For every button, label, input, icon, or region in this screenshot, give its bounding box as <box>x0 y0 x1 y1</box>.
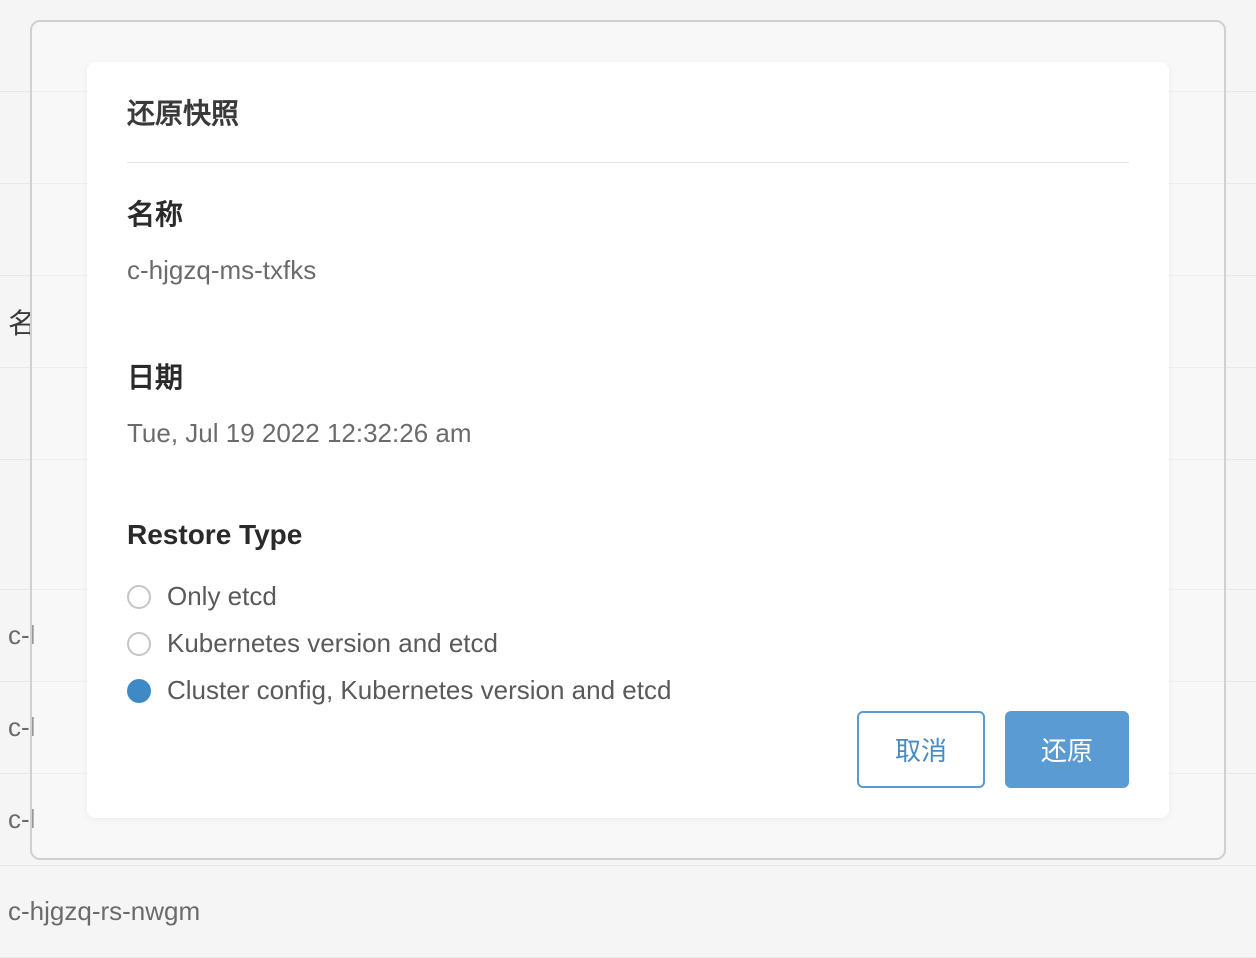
radio-label: Kubernetes version and etcd <box>167 628 498 659</box>
radio-label: Cluster config, Kubernetes version and e… <box>167 675 671 706</box>
restore-type-label: Restore Type <box>127 519 1129 551</box>
date-section: 日期 Tue, Jul 19 2022 12:32:26 am <box>127 356 1129 449</box>
cancel-button[interactable]: 取消 <box>857 711 985 788</box>
restore-type-section: Restore Type Only etcd Kubernetes versio… <box>127 519 1129 714</box>
radio-option-only-etcd[interactable]: Only etcd <box>127 573 1129 620</box>
modal-overlay: 还原快照 名称 c-hjgzq-ms-txfks 日期 Tue, Jul 19 … <box>30 20 1226 860</box>
radio-icon <box>127 585 151 609</box>
radio-option-k8s-etcd[interactable]: Kubernetes version and etcd <box>127 620 1129 667</box>
radio-icon <box>127 632 151 656</box>
modal-footer: 取消 还原 <box>857 711 1129 788</box>
radio-label: Only etcd <box>167 581 277 612</box>
radio-icon-selected <box>127 679 151 703</box>
name-section: 名称 c-hjgzq-ms-txfks <box>127 193 1129 286</box>
restore-type-radio-group: Only etcd Kubernetes version and etcd Cl… <box>127 573 1129 714</box>
restore-snapshot-modal: 还原快照 名称 c-hjgzq-ms-txfks 日期 Tue, Jul 19 … <box>87 62 1169 818</box>
date-value: Tue, Jul 19 2022 12:32:26 am <box>127 418 1129 449</box>
name-value: c-hjgzq-ms-txfks <box>127 255 1129 286</box>
radio-option-cluster-k8s-etcd[interactable]: Cluster config, Kubernetes version and e… <box>127 667 1129 714</box>
name-label: 名称 <box>127 193 1129 233</box>
date-label: 日期 <box>127 356 1129 396</box>
restore-button[interactable]: 还原 <box>1005 711 1129 788</box>
modal-title: 还原快照 <box>127 92 1129 163</box>
